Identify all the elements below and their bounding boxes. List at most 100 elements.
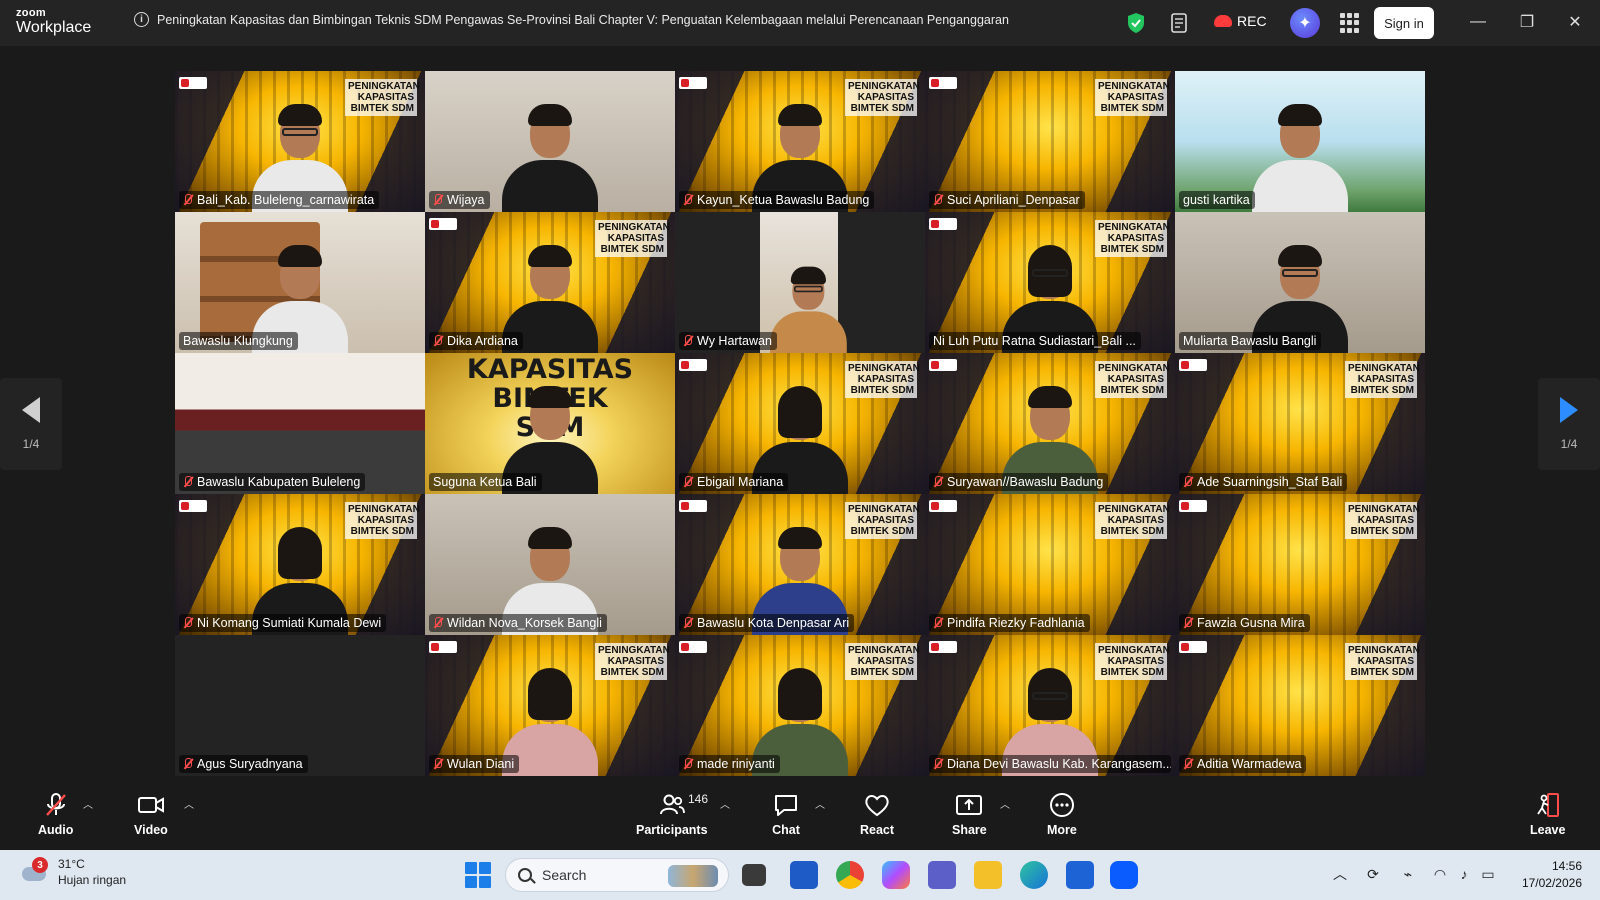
participant-name: Wulan Diani	[447, 757, 515, 771]
participant-name: Wy Hartawan	[697, 334, 772, 348]
participant-tile[interactable]: Bawaslu Kabupaten Buleleng	[175, 353, 425, 494]
participant-tile[interactable]: PENINGKATAN KAPASITAS BIMTEK SDM Bali_Kab. …	[175, 71, 425, 212]
bawaslu-logo	[679, 359, 707, 371]
participant-tile[interactable]: PENINGKATAN KAPASITAS BIMTEK SDM Ni Komang …	[175, 494, 425, 635]
participant-name: Suryawan//Bawaslu Badung	[947, 475, 1104, 489]
banner-text: PENINGKATAN KAPASITAS BIMTEK SDM	[845, 79, 920, 116]
video-options-chevron-icon[interactable]: ︿	[184, 796, 194, 811]
participant-tile[interactable]: gusti kartika	[1175, 71, 1425, 212]
chrome-app-icon[interactable]	[836, 861, 864, 889]
sync-icon[interactable]: ⟳	[1363, 864, 1383, 884]
participant-tile[interactable]: PENINGKATAN KAPASITAS BIMTEK SDM made riniy…	[675, 635, 925, 776]
ai-companion-button[interactable]: ✦	[1290, 8, 1320, 38]
participant-tile[interactable]: PENINGKATAN KAPASITAS BIMTEK SDM Pindifa Ri…	[925, 494, 1175, 635]
meeting-info[interactable]: i Peningkatan Kapasitas dan Bimbingan Te…	[134, 12, 1009, 27]
bawaslu-logo	[429, 218, 457, 230]
participant-tile[interactable]: PENINGKATAN KAPASITAS BIMTEK SDM Suci April…	[925, 71, 1175, 212]
audio-options-chevron-icon[interactable]: ︿	[83, 796, 93, 811]
leave-button[interactable]: Leave	[1530, 792, 1565, 837]
participant-name-label: Wildan Nova_Korsek Bangli	[429, 614, 607, 632]
word-app-icon[interactable]	[790, 861, 818, 889]
windows-start-icon[interactable]	[465, 862, 491, 888]
banner-text: PENINGKATAN KAPASITAS BIMTEK SDM	[1095, 643, 1170, 680]
weather-widget[interactable]: 3 31°C Hujan ringan	[18, 856, 126, 888]
leave-door-icon	[1534, 792, 1562, 818]
copilot-app-icon[interactable]	[882, 861, 910, 889]
info-icon[interactable]: i	[134, 12, 149, 27]
participant-tile[interactable]: PENINGKATAN KAPASITAS BIMTEK SDM Aditia War…	[1175, 635, 1425, 776]
close-icon[interactable]: ✕	[1565, 12, 1585, 32]
restore-icon[interactable]: ❐	[1517, 12, 1537, 32]
participant-tile[interactable]: Bawaslu Klungkung	[175, 212, 425, 353]
file-explorer-icon[interactable]	[974, 861, 1002, 889]
banner-text: PENINGKATAN KAPASITAS BIMTEK SDM	[1345, 502, 1420, 539]
react-button[interactable]: React	[860, 792, 894, 837]
weather-badge: 3	[32, 857, 48, 873]
participant-tile[interactable]: PENINGKATAN KAPASITAS BIMTEK SDM Fawzia Gus…	[1175, 494, 1425, 635]
participant-tile[interactable]: PENINGKATAN KAPASITAS BIMTEK SDM Suryawan//…	[925, 353, 1175, 494]
participant-name: Aditia Warmadewa	[1197, 757, 1302, 771]
share-options-chevron-icon[interactable]: ︿	[1000, 796, 1010, 811]
participant-tile[interactable]: PENINGKATAN KAPASITAS BIMTEK SDM Wulan Dian…	[425, 635, 675, 776]
sign-in-button[interactable]: Sign in	[1374, 7, 1434, 39]
mic-muted-icon	[933, 758, 943, 770]
chat-button[interactable]: Chat	[772, 792, 800, 837]
video-gallery: PENINGKATAN KAPASITAS BIMTEK SDM Bali_Kab. …	[175, 71, 1425, 776]
encryption-shield-icon[interactable]	[1126, 12, 1146, 34]
next-page-button[interactable]: 1/4	[1538, 378, 1600, 470]
participant-name: made riniyanti	[697, 757, 775, 771]
search-highlight-image	[668, 865, 718, 887]
battery-icon[interactable]: ▭	[1478, 864, 1498, 884]
share-button[interactable]: Share	[952, 792, 987, 837]
mic-muted-icon	[933, 617, 943, 629]
participant-tile[interactable]: PENINGKATAN KAPASITAS BIMTEK SDM Diana Devi…	[925, 635, 1175, 776]
participant-name-label: Wy Hartawan	[679, 332, 777, 350]
taskbar-search[interactable]: Search	[505, 858, 729, 892]
more-button[interactable]: More	[1047, 792, 1077, 837]
notes-icon[interactable]	[1169, 12, 1189, 34]
audio-button[interactable]: Audio	[38, 792, 73, 837]
participant-tile[interactable]: PENINGKATAN KAPASITAS BIMTEK SDM Ni Luh Put…	[925, 212, 1175, 353]
participant-tile[interactable]: PENINGKATAN KAPASITAS BIMTEK SDM Ade Suarni…	[1175, 353, 1425, 494]
mic-muted-icon	[933, 194, 943, 206]
participants-options-chevron-icon[interactable]: ︿	[720, 796, 730, 811]
participant-tile[interactable]: Wildan Nova_Korsek Bangli	[425, 494, 675, 635]
mic-muted-icon	[183, 758, 193, 770]
zoom-app-icon[interactable]	[1110, 861, 1138, 889]
apps-grid-icon[interactable]	[1340, 13, 1360, 33]
participant-name-label: Agus Suryadnyana	[179, 755, 308, 773]
participant-name-label: Ebigail Mariana	[679, 473, 789, 491]
bawaslu-logo	[929, 77, 957, 89]
store-app-icon[interactable]	[1066, 861, 1094, 889]
video-button[interactable]: Video	[134, 792, 168, 837]
page-indicator-right: 1/4	[1560, 437, 1578, 451]
participant-tile[interactable]: Agus Suryadnyana	[175, 635, 425, 776]
participant-tile[interactable]: PENINGKATAN KAPASITAS BIMTEK SDM Dika Ardia…	[425, 212, 675, 353]
recording-indicator[interactable]: REC	[1214, 13, 1267, 29]
edge-app-icon[interactable]	[1020, 861, 1048, 889]
wifi-icon[interactable]: ◠	[1430, 864, 1450, 884]
task-view-icon[interactable]	[742, 864, 766, 886]
system-clock[interactable]: 14:56 17/02/2026	[1512, 858, 1582, 892]
participant-tile[interactable]: Wy Hartawan	[675, 212, 925, 353]
participant-tile[interactable]: PENINGKATAN KAPASITAS BIMTEK SDM Ebigail Ma…	[675, 353, 925, 494]
participant-tile[interactable]: PENINGKATAN KAPASITAS BIMTEK SDM Bawaslu Ko…	[675, 494, 925, 635]
participant-name: Bali_Kab. Buleleng_carnawirata	[197, 193, 375, 207]
chat-options-chevron-icon[interactable]: ︿	[815, 796, 825, 811]
participant-tile[interactable]: PENINGKATAN KAPASITAS BIMTEK SDM Kayun_Ketu…	[675, 71, 925, 212]
participant-tile[interactable]: Wijaya	[425, 71, 675, 212]
mic-muted-icon	[683, 194, 693, 206]
minimize-icon[interactable]: —	[1468, 12, 1488, 32]
mic-muted-icon	[933, 476, 943, 488]
mic-muted-icon	[433, 194, 443, 206]
teams-app-icon[interactable]	[928, 861, 956, 889]
volume-icon[interactable]: ♪	[1454, 864, 1474, 884]
participant-tile[interactable]: Muliarta Bawaslu Bangli	[1175, 212, 1425, 353]
participant-name: Dika Ardiana	[447, 334, 518, 348]
chevron-up-icon[interactable]: ︿	[1330, 864, 1350, 884]
video-camera-icon	[137, 792, 165, 818]
previous-page-button[interactable]: 1/4	[0, 378, 62, 470]
network-icon[interactable]: ⌁	[1398, 864, 1418, 884]
participant-tile[interactable]: KAPASITASBIMTEK SDMSuguna Ketua Bali	[425, 353, 675, 494]
banner-text: PENINGKATAN KAPASITAS BIMTEK SDM	[845, 361, 920, 398]
